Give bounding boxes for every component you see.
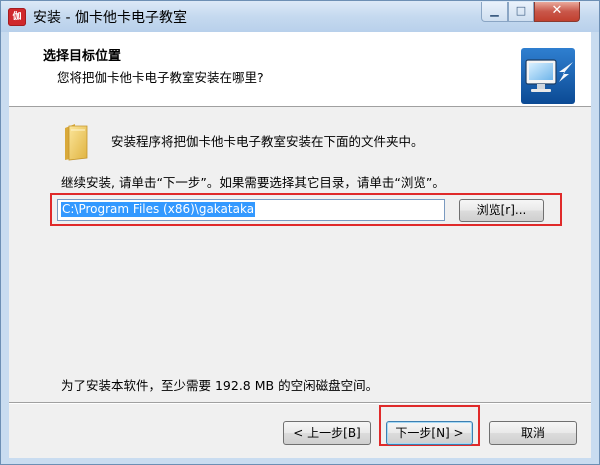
back-button[interactable]: < 上一步[B] xyxy=(283,421,371,445)
install-info-text: 安装程序将把伽卡他卡电子教室安装在下面的文件夹中。 xyxy=(111,134,424,149)
disk-space-text: 为了安装本软件，至少需要 192.8 MB 的空闲磁盘空间。 xyxy=(61,378,379,393)
close-button[interactable]: ✕ xyxy=(534,2,580,22)
install-path-value: C:\Program Files (x86)\gakataka xyxy=(61,202,256,217)
install-path-input[interactable]: C:\Program Files (x86)\gakataka xyxy=(57,199,445,221)
app-icon: 伽 xyxy=(8,8,26,26)
computer-install-icon xyxy=(521,48,575,104)
cancel-button[interactable]: 取消 xyxy=(489,421,577,445)
installer-window: 伽 安装 - 伽卡他卡电子教室 ▁ □ ✕ 选择目标位置 您将把伽卡他卡电子教室… xyxy=(0,0,600,465)
browse-button[interactable]: 浏览[r]... xyxy=(459,199,544,222)
page-subtitle: 您将把伽卡他卡电子教室安装在哪里? xyxy=(57,70,264,85)
next-button[interactable]: 下一步[N] > xyxy=(386,421,473,445)
footer-divider xyxy=(9,402,591,403)
wizard-header: 选择目标位置 您将把伽卡他卡电子教室安装在哪里? xyxy=(9,32,591,107)
title-bar[interactable]: 伽 安装 - 伽卡他卡电子教室 ▁ □ ✕ xyxy=(1,1,599,32)
folder-icon xyxy=(65,124,88,161)
wizard-client-area: 选择目标位置 您将把伽卡他卡电子教室安装在哪里? 安装程序将把伽卡他卡电子教室安… xyxy=(9,32,591,458)
continue-instruction-text: 继续安装, 请单击“下一步”。如果需要选择其它目录，请单击“浏览”。 xyxy=(61,175,445,190)
page-title: 选择目标位置 xyxy=(43,49,122,64)
maximize-button[interactable]: □ xyxy=(508,2,534,22)
window-title: 安装 - 伽卡他卡电子教室 xyxy=(33,10,187,26)
minimize-button[interactable]: ▁ xyxy=(481,2,508,22)
